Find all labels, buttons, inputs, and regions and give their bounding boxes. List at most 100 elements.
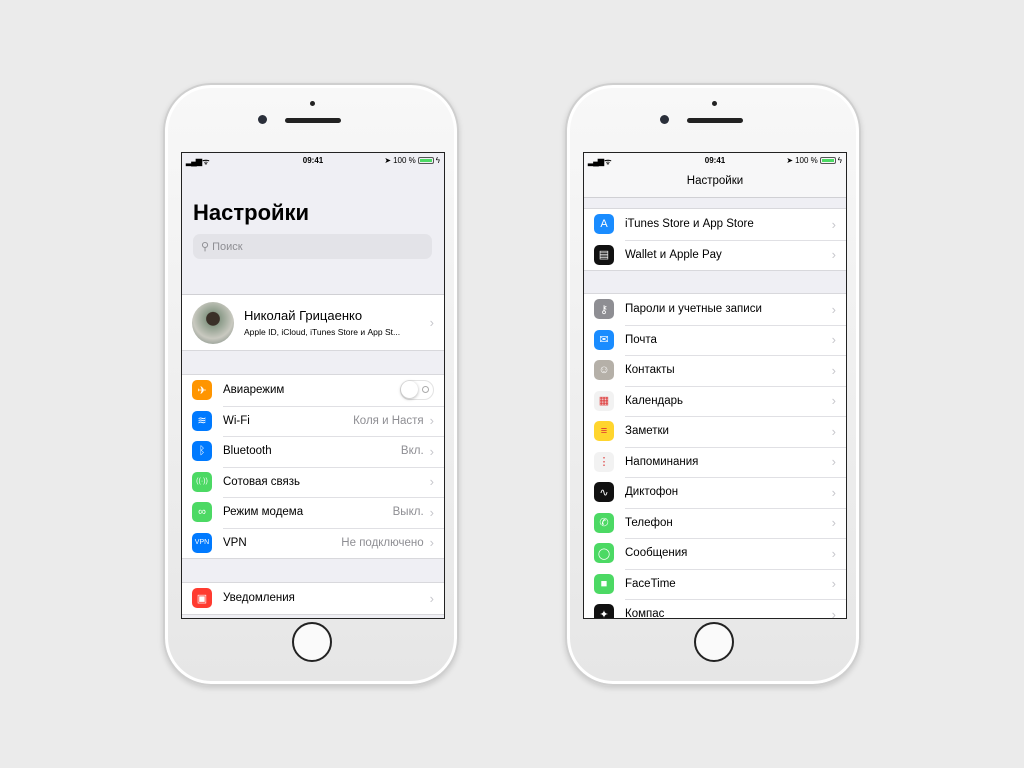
chevron-right-icon: › — [831, 247, 836, 263]
connectivity-group: ✈ Авиарежим ≋ Wi-Fi Коля и Настя › ᛒ Bluetooth В… — [182, 374, 444, 559]
row-label: iTunes Store и App Store — [625, 218, 754, 231]
apps-group: ⚷ Пароли и учетные записи › ✉ Почта › ☺ Контакт… — [584, 293, 846, 619]
wifi-icon: ≋ — [192, 410, 212, 431]
chevron-right-icon: › — [831, 545, 836, 561]
row-label: Напоминания — [625, 455, 699, 468]
profile-name: Николай Грицаенко — [244, 308, 363, 323]
location-icon: ➤ — [786, 156, 794, 165]
row-label: Сотовая связь — [223, 475, 301, 488]
settings-row-key[interactable]: ⚷ Пароли и учетные записи › — [584, 294, 846, 325]
chevron-right-icon: › — [831, 393, 836, 409]
row-label: Wi-Fi — [223, 414, 250, 427]
row-value: Вкл. — [400, 445, 424, 458]
status-bar: ▂▄▆ ᯤ 09:41 ➤ 100 % ϟ — [182, 153, 444, 168]
chevron-right-icon: › — [831, 362, 836, 378]
settings-row-bluetooth[interactable]: ᛒ Bluetooth Вкл. › — [182, 436, 444, 467]
notifications-group: ▣ Уведомления › — [182, 582, 444, 615]
front-camera — [258, 115, 267, 124]
row-label: Режим модема — [223, 506, 304, 519]
battery-icon — [417, 157, 434, 164]
search-input[interactable]: ⚲ Поиск — [193, 234, 432, 259]
row-label: Контакты — [625, 364, 675, 377]
avatar — [192, 301, 234, 344]
row-label: Заметки — [625, 425, 669, 438]
row-label: Авиарежим — [223, 384, 285, 397]
screen-left: ▂▄▆ ᯤ 09:41 ➤ 100 % ϟ Настройки ⚲ Поиск Ни… — [181, 152, 445, 619]
settings-row-phone[interactable]: ✆ Телефон › — [584, 507, 846, 539]
phone-left: ▂▄▆ ᯤ 09:41 ➤ 100 % ϟ Настройки ⚲ Поиск Ни… — [163, 83, 459, 686]
facetime-icon: ■ — [594, 573, 614, 594]
row-label: Bluetooth — [223, 445, 272, 458]
settings-row-wifi[interactable]: ≋ Wi-Fi Коля и Настя › — [182, 405, 444, 437]
mail-icon: ✉ — [594, 329, 614, 350]
settings-row-hotspot[interactable]: ∞ Режим модема Выкл. › — [182, 497, 444, 528]
row-label: Почта — [625, 333, 657, 346]
nav-title: Настройки — [686, 175, 744, 187]
row-value: Выкл. — [392, 506, 424, 519]
home-button[interactable] — [694, 622, 734, 662]
row-label: Календарь — [625, 394, 684, 407]
settings-row-notes[interactable]: ≡ Заметки › — [584, 416, 846, 447]
charging-icon: ϟ — [837, 156, 842, 165]
row-label: Диктофон — [625, 486, 679, 499]
notes-icon: ≡ — [594, 421, 614, 442]
earpiece — [285, 118, 341, 123]
profile-subtitle: Apple ID, iCloud, iTunes Store и App St.… — [244, 327, 401, 337]
settings-row-compass[interactable]: ✦ Компас › — [584, 599, 846, 619]
airplane-mode-toggle[interactable] — [400, 380, 434, 401]
proximity-sensor — [310, 101, 315, 106]
row-label: Wallet и Apple Pay — [625, 248, 722, 261]
row-label: Пароли и учетные записи — [625, 303, 762, 316]
chevron-right-icon: › — [831, 332, 836, 348]
chevron-right-icon: › — [429, 504, 434, 520]
settings-row-app-store[interactable]: AiTunes Store и App Store › — [584, 209, 846, 240]
phone-right: ▂▄▆ ᯤ 09:41 ➤ 100 % ϟ Настройки AiTunes St… — [565, 83, 861, 686]
bluetooth-icon: ᛒ — [192, 441, 212, 462]
key-icon: ⚷ — [594, 299, 614, 320]
front-camera — [660, 115, 669, 124]
chevron-right-icon: › — [429, 413, 434, 429]
settings-row-facetime[interactable]: ■ FaceTime › — [584, 568, 846, 600]
settings-row-contacts[interactable]: ☺ Контакты › — [584, 355, 846, 386]
battery-percent: 100 % — [393, 156, 416, 165]
wallet-icon: ▤ — [594, 244, 614, 265]
settings-row-cellular[interactable]: ((·)) Сотовая связь › — [182, 466, 444, 498]
settings-row-wallet[interactable]: ▤ Wallet и Apple Pay › — [584, 239, 846, 271]
location-icon: ➤ — [384, 156, 392, 165]
settings-row-vpn[interactable]: VPN VPN Не подключено › — [182, 527, 444, 559]
chevron-right-icon: › — [429, 590, 434, 606]
hotspot-icon: ∞ — [192, 502, 212, 523]
settings-row-reminders[interactable]: ⋮ Напоминания › — [584, 446, 846, 478]
profile-row[interactable]: Николай Грицаенко Apple ID, iCloud, iTune… — [182, 294, 444, 351]
chevron-right-icon: › — [429, 315, 434, 330]
chevron-right-icon: › — [429, 535, 434, 551]
app-store-icon: A — [594, 214, 614, 235]
proximity-sensor — [712, 101, 717, 106]
calendar-icon: ▦ — [594, 390, 614, 411]
row-label: FaceTime — [625, 577, 676, 590]
notifications-icon: ▣ — [192, 588, 212, 609]
row-label: Телефон — [625, 516, 673, 529]
reminders-icon: ⋮ — [594, 451, 614, 472]
settings-row-calendar[interactable]: ▦ Календарь › — [584, 385, 846, 417]
row-label: Сообщения — [625, 547, 688, 560]
chevron-right-icon: › — [831, 515, 836, 531]
screen-right: ▂▄▆ ᯤ 09:41 ➤ 100 % ϟ Настройки AiTunes St… — [583, 152, 847, 619]
chevron-right-icon: › — [429, 443, 434, 459]
chevron-right-icon: › — [831, 216, 836, 232]
charging-icon: ϟ — [435, 156, 440, 165]
contacts-icon: ☺ — [594, 360, 614, 381]
row-label: Компас — [625, 608, 665, 619]
home-button[interactable] — [292, 622, 332, 662]
settings-row-notifications[interactable]: ▣ Уведомления › — [182, 583, 444, 614]
settings-row-airplane[interactable]: ✈ Авиарежим — [182, 375, 444, 406]
earpiece — [687, 118, 743, 123]
chevron-right-icon: › — [831, 484, 836, 500]
settings-row-voice-memos[interactable]: ∿ Диктофон › — [584, 477, 846, 508]
settings-row-mail[interactable]: ✉ Почта › — [584, 324, 846, 356]
row-label: VPN — [223, 536, 247, 549]
row-label: Уведомления — [223, 592, 295, 605]
battery-percent: 100 % — [795, 156, 818, 165]
row-value: Не подключено — [341, 536, 424, 549]
settings-row-messages[interactable]: ◯ Сообщения › — [584, 538, 846, 569]
